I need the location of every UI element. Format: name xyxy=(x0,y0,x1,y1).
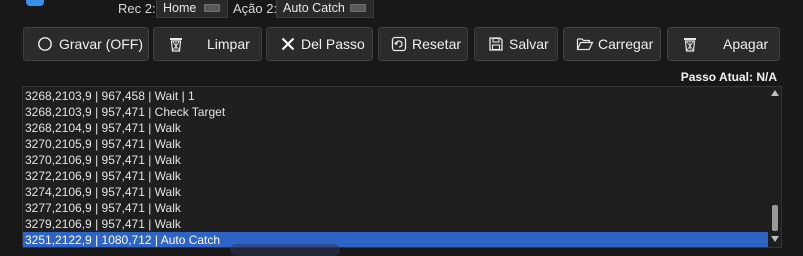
delete-step-button[interactable]: Del Passo xyxy=(266,27,373,61)
erase-button-label: Apagar xyxy=(723,36,769,52)
dropdown-arrow-icon[interactable] xyxy=(204,4,220,12)
circle-icon xyxy=(36,35,54,53)
reset-button-label: Resetar xyxy=(412,36,462,52)
trash-icon xyxy=(167,35,185,53)
save-button[interactable]: Salvar xyxy=(474,27,558,61)
list-item[interactable]: 3270,2106,9 | 957,471 | Walk xyxy=(23,152,768,168)
app-window: Rec 2: Home Ação 2: Auto Catch Gravar (O… xyxy=(0,0,803,256)
acao-select-value: Auto Catch xyxy=(283,1,345,15)
refresh-icon xyxy=(390,35,408,53)
save-button-label: Salvar xyxy=(509,36,549,52)
list-item[interactable]: 3268,2103,9 | 967,458 | Wait | 1 xyxy=(23,88,768,104)
scrollbar-thumb[interactable] xyxy=(772,205,778,231)
erase-button[interactable]: Apagar xyxy=(667,27,780,61)
list-item[interactable]: 3251,2122,9 | 1080,712 | Auto Catch xyxy=(23,232,768,247)
list-item[interactable]: 3274,2106,9 | 957,471 | Walk xyxy=(23,184,768,200)
rec-select-value: Home xyxy=(163,1,197,15)
delete-step-button-label: Del Passo xyxy=(301,36,365,52)
list-item[interactable]: 3272,2106,9 | 957,471 | Walk xyxy=(23,168,768,184)
rec-label: Rec 2: xyxy=(118,1,156,16)
top-bar: Rec 2: Home Ação 2: Auto Catch xyxy=(0,0,803,20)
list-item[interactable]: 3270,2105,9 | 957,471 | Walk xyxy=(23,136,768,152)
record-button[interactable]: Gravar (OFF) xyxy=(23,27,149,61)
trash-icon xyxy=(681,35,699,53)
load-button-label: Carregar xyxy=(598,36,654,52)
app-icon xyxy=(26,0,44,6)
record-button-label: Gravar (OFF) xyxy=(59,36,143,52)
load-button[interactable]: Carregar xyxy=(563,27,661,61)
list-item[interactable]: 3268,2104,9 | 957,471 | Walk xyxy=(23,120,768,136)
list-item[interactable]: 3277,2106,9 | 957,471 | Walk xyxy=(23,200,768,216)
toolbar: Gravar (OFF) Limpar Del Passo Resetar Sa… xyxy=(0,27,803,63)
list-item[interactable]: 3279,2106,9 | 957,471 | Walk xyxy=(23,216,768,232)
scroll-down-arrow-icon[interactable] xyxy=(771,236,779,242)
current-step-status: Passo Atual: N/A xyxy=(680,70,777,84)
list-item[interactable]: 3268,2103,9 | 957,471 | Check Target xyxy=(23,104,768,120)
clear-button[interactable]: Limpar xyxy=(153,27,262,61)
acao-select[interactable]: Auto Catch xyxy=(276,0,374,18)
acao-label: Ação 2: xyxy=(233,1,278,16)
folder-open-icon xyxy=(576,35,594,53)
background-artwork xyxy=(230,244,340,256)
steps-list[interactable]: 3268,2103,9 | 967,458 | Wait | 1 3268,210… xyxy=(22,86,782,248)
steps-list-rows: 3268,2103,9 | 967,458 | Wait | 1 3268,210… xyxy=(23,88,768,247)
clear-button-label: Limpar xyxy=(207,36,250,52)
steps-list-scrollbar[interactable] xyxy=(768,88,782,248)
dropdown-arrow-icon[interactable] xyxy=(350,4,366,12)
rec-select[interactable]: Home xyxy=(156,0,228,18)
reset-button[interactable]: Resetar xyxy=(378,27,468,61)
scroll-up-arrow-icon[interactable] xyxy=(771,90,779,96)
floppy-disk-icon xyxy=(487,35,505,53)
close-icon xyxy=(279,35,297,53)
